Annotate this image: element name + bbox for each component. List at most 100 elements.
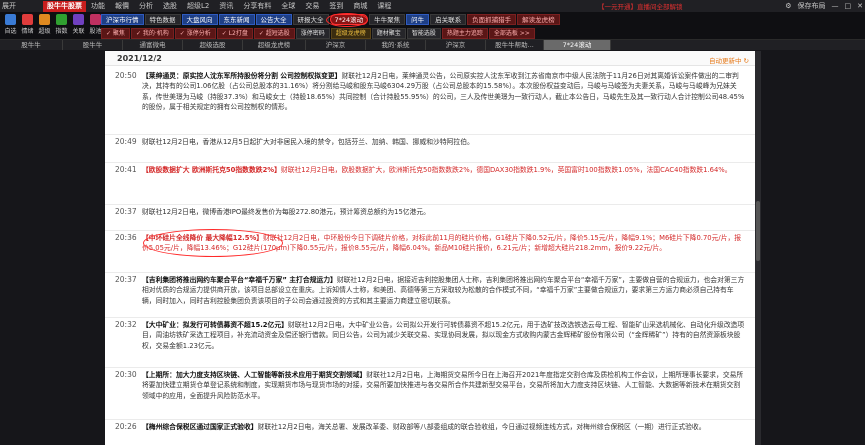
news-title[interactable]: 【欧股数据扩大 欧洲斯托克50指数数跌2%】 [142,166,281,174]
news-title[interactable]: 【大中矿业：拟发行可转债募资不超15.2亿元】 [142,321,288,329]
news-item[interactable]: 20:36 【中环硅片全线降价 最大降幅12.5%】财联社12月2日电，中环股份今… [105,233,755,273]
toolbar-row-1: 沪深市行情 特色数据 大盘风向 东东新闻 公告大全 研报大全 7*24滚动 牛牛聚焦 问牛 启关联… [101,14,560,25]
toolbar-pill-row1-1[interactable]: 特色数据 [144,14,181,25]
menu-item-quote[interactable]: 報價 [110,1,134,11]
auto-refresh-status[interactable]: 自动更新中 ↻ [709,55,749,65]
tab-7[interactable]: 沪深京 [426,40,486,50]
toolbar-button-index[interactable]: 指数 [53,14,70,35]
toolbar-pill-row1-10[interactable]: 负面抓捕猎手 [467,14,517,25]
close-icon[interactable]: ✕ [857,2,863,10]
tab-9[interactable]: 7*24滚动 [544,40,611,50]
minimize-icon[interactable]: — [832,2,839,10]
news-time: 20:49 [115,137,137,146]
toolbar-pill-row2-7[interactable]: 题材聚宝 [371,28,406,39]
settings-icon[interactable]: ⚙ [785,2,791,10]
toolbar-button-super[interactable]: 超级 [36,14,53,35]
menu-item-analysis[interactable]: 分析 [134,1,158,11]
toolbar-pill-row2-9[interactable]: 热题主力追踪 [441,28,488,39]
toolbar-pill-row2-5[interactable]: 涨停密码 [295,28,330,39]
save-layout-button[interactable]: 保存布局 [798,1,826,11]
news-time: 20:37 [115,207,137,216]
promo-link[interactable]: 【一元开通】直播间全部解锁 [598,1,683,11]
menu-item-select[interactable]: 选股 [158,1,182,11]
toolbar-pill-row2-0[interactable]: ✓ 聚焦 [101,28,130,39]
scrollbar[interactable] [755,51,761,445]
toolbar-icon-label: 指数 [55,28,68,35]
tab-5[interactable]: 沪深京 [306,40,366,50]
news-time: 20:41 [115,165,137,174]
toolbar-pill-row1-0[interactable]: 沪深市行情 [101,14,144,25]
menu-item-expand[interactable]: 展开 [0,1,21,11]
news-title[interactable]: 【上期所：加大力度支持区块链、人工智能等新技术应用于期货交割领域】 [142,371,366,379]
news-title[interactable]: 【莱绅通灵：原实控人沈东军所持股份将分割 公司控制权拟变更】 [142,72,341,80]
news-text: 财联社12月2日电，香港从12月5日起扩大对非居民入境的禁令，包括芬兰、加纳、韩… [142,138,474,146]
news-title[interactable]: 【吉利集团将推出网约车聚合平台“幸福千万家” 主打合规运力】 [142,276,337,284]
tab-2[interactable]: 通富微电 [123,40,183,50]
toolbar-pill-row1-7[interactable]: 牛牛聚焦 [369,14,406,25]
menu-item-news[interactable]: 资讯 [214,1,238,11]
toolbar-icon-label: 关联 [72,28,85,35]
news-title[interactable]: 【中环硅片全线降价 最大降幅12.5%】 [142,234,263,242]
news-time: 20:30 [115,370,137,379]
news-time: 20:36 [115,233,137,242]
menu-item-global[interactable]: 全球 [276,1,300,11]
toolbar-pill-row1-2[interactable]: 大盘风向 [181,14,218,25]
news-item[interactable]: 20:32 【大中矿业：拟发行可转债募资不超15.2亿元】财联社12月2日电，大中… [105,320,755,368]
maximize-icon[interactable]: □ [845,2,852,10]
toolbar-pill-row2-4[interactable]: ✓ 超短选股 [253,28,295,39]
tab-4[interactable]: 超级龙虎榜 [243,40,306,50]
app-window: 展开 股牛牛股票 功能 報價 分析 选股 超级L2 资讯 分享有料 全球 交易 … [0,0,865,445]
news-body: 【大中矿业：拟发行可转债募资不超15.2亿元】财联社12月2日电，大中矿业公告，… [142,320,745,351]
news-item[interactable]: 20:30 【上期所：加大力度支持区块链、人工智能等新技术应用于期货交割领域】财联… [105,370,755,420]
menu-item-trade[interactable]: 交易 [300,1,324,11]
toolbar-pill-row1-5[interactable]: 研报大全 [292,14,329,25]
toolbar-pill-row1-3[interactable]: 东东新闻 [218,14,255,25]
toolbar-icon-label: 自选 [4,28,17,35]
news-body: 【吉利集团将推出网约车聚合平台“幸福千万家” 主打合规运力】财联社12月2日电，… [142,275,745,306]
menu-item-share[interactable]: 分享有料 [238,1,276,11]
news-text: 财联社12月2日电，海关总署、发展改革委、财政部等八部委组成的联合验收组，今日通… [257,423,706,431]
news-time: 20:26 [115,422,137,431]
toolbar-pill-row2-6[interactable]: 超级龙虎榜 [330,28,371,39]
tab-8[interactable]: 股牛牛帮助... [486,40,544,50]
menu-item-l2[interactable]: 超级L2 [182,1,214,11]
toolbar-pill-row1-8[interactable]: 问牛 [406,14,430,25]
toolbar-button-favorites[interactable]: 自选 [2,14,19,35]
toolbar-pill-row2-8[interactable]: 智能选股 [406,28,441,39]
toolbar-pill-row1-9[interactable]: 启关联系 [430,14,467,25]
menu-item-signin[interactable]: 签到 [324,1,348,11]
news-title[interactable]: 【梅州综合保税区通过国家正式验收】 [142,423,258,431]
menu-item-course[interactable]: 课程 [372,1,396,11]
menu-item-function[interactable]: 功能 [86,1,110,11]
news-item[interactable]: 20:26 【梅州综合保税区通过国家正式验收】财联社12月2日电，海关总署、发展改… [105,422,755,445]
news-item[interactable]: 20:37 【吉利集团将推出网约车聚合平台“幸福千万家” 主打合规运力】财联社12… [105,275,755,318]
auto-refresh-label: 自动更新中 [708,57,742,65]
menu-item-mall[interactable]: 商城 [348,1,372,11]
news-body: 财联社12月2日电，香港从12月5日起扩大对非居民入境的禁令，包括芬兰、加纳、韩… [142,137,745,147]
toolbar-pill-row1-4[interactable]: 公告大全 [255,14,292,25]
menu-bar: 展开 股牛牛股票 功能 報價 分析 选股 超级L2 资讯 分享有料 全球 交易 … [0,0,865,12]
news-body: 【莱绅通灵：原实控人沈东军所持股份将分割 公司控制权拟变更】财联社12月2日电，… [142,71,745,112]
toolbar-pill-row2-1[interactable]: ✓ 我的·机构 [130,28,174,39]
tab-6[interactable]: 我的·系统 [366,40,426,50]
favorites-icon [5,14,16,25]
tab-1[interactable]: 股牛牛 [63,40,123,50]
news-date: 2021/12/2 [117,54,162,63]
super-icon [39,14,50,25]
toolbar-pill-row2-2[interactable]: ✓ 涨停分析 [174,28,216,39]
news-item[interactable]: 20:50 【莱绅通灵：原实控人沈东军所持股份将分割 公司控制权拟变更】财联社12… [105,71,755,135]
tab-0[interactable]: 股牛牛 [0,40,63,50]
scrollbar-thumb[interactable] [756,201,760,261]
toolbar-pill-row1-6[interactable]: 7*24滚动 [329,14,369,25]
refresh-icon[interactable]: ↻ [744,57,749,65]
tab-3[interactable]: 超级选股 [183,40,243,50]
news-item[interactable]: 20:41 【欧股数据扩大 欧洲斯托克50指数数跌2%】财联社12月2日电，欧股数… [105,165,755,205]
toolbar-pill-row2-3[interactable]: ✓ L2打盘 [216,28,253,39]
news-item[interactable]: 20:37 财联社12月2日电，微博香港IPO最终发售价为每股272.80港元，预… [105,207,755,231]
toolbar-button-sentiment[interactable]: 情绪 [19,14,36,35]
toolbar-pill-row2-10[interactable]: 全部选板 >> [488,28,535,39]
news-item[interactable]: 20:49 财联社12月2日电，香港从12月5日起扩大对非居民入境的禁令，包括芬兰… [105,137,755,163]
toolbar-pill-row1-11[interactable]: 解读龙虎榜 [517,14,560,25]
panel-header: 2021/12/2 自动更新中 ↻ [105,51,755,66]
toolbar-button-link[interactable]: 关联 [70,14,87,35]
